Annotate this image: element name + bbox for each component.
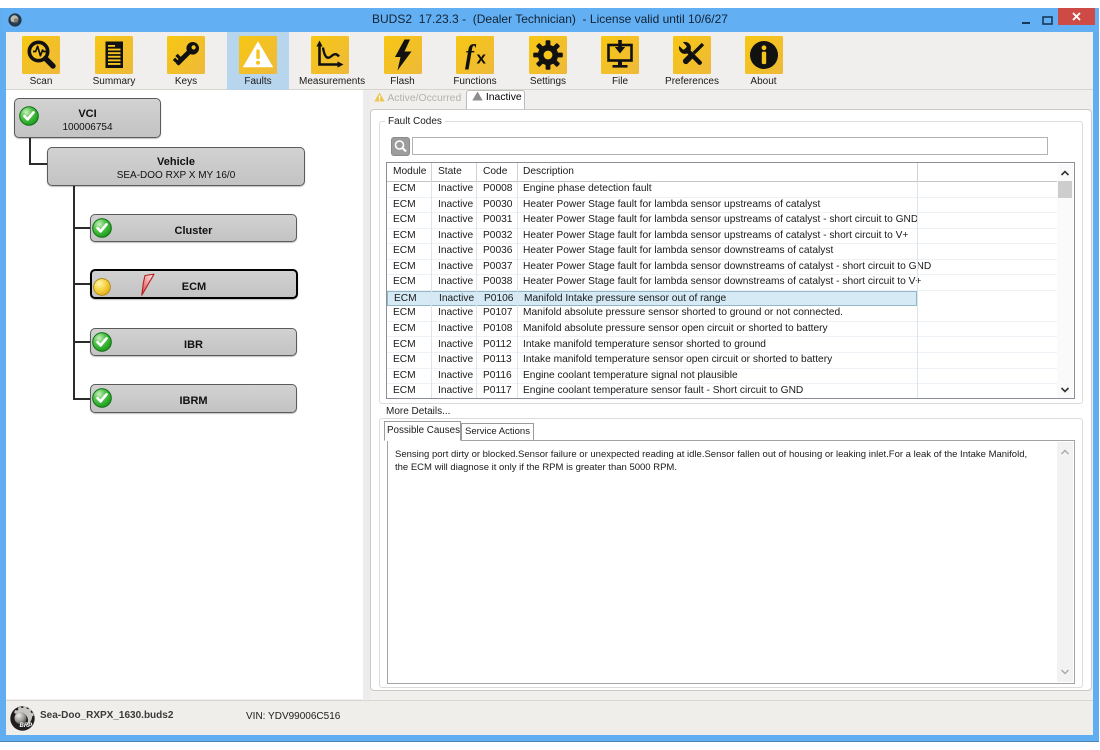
svg-text:BRP: BRP [20, 723, 34, 729]
svg-text:x: x [477, 49, 487, 68]
